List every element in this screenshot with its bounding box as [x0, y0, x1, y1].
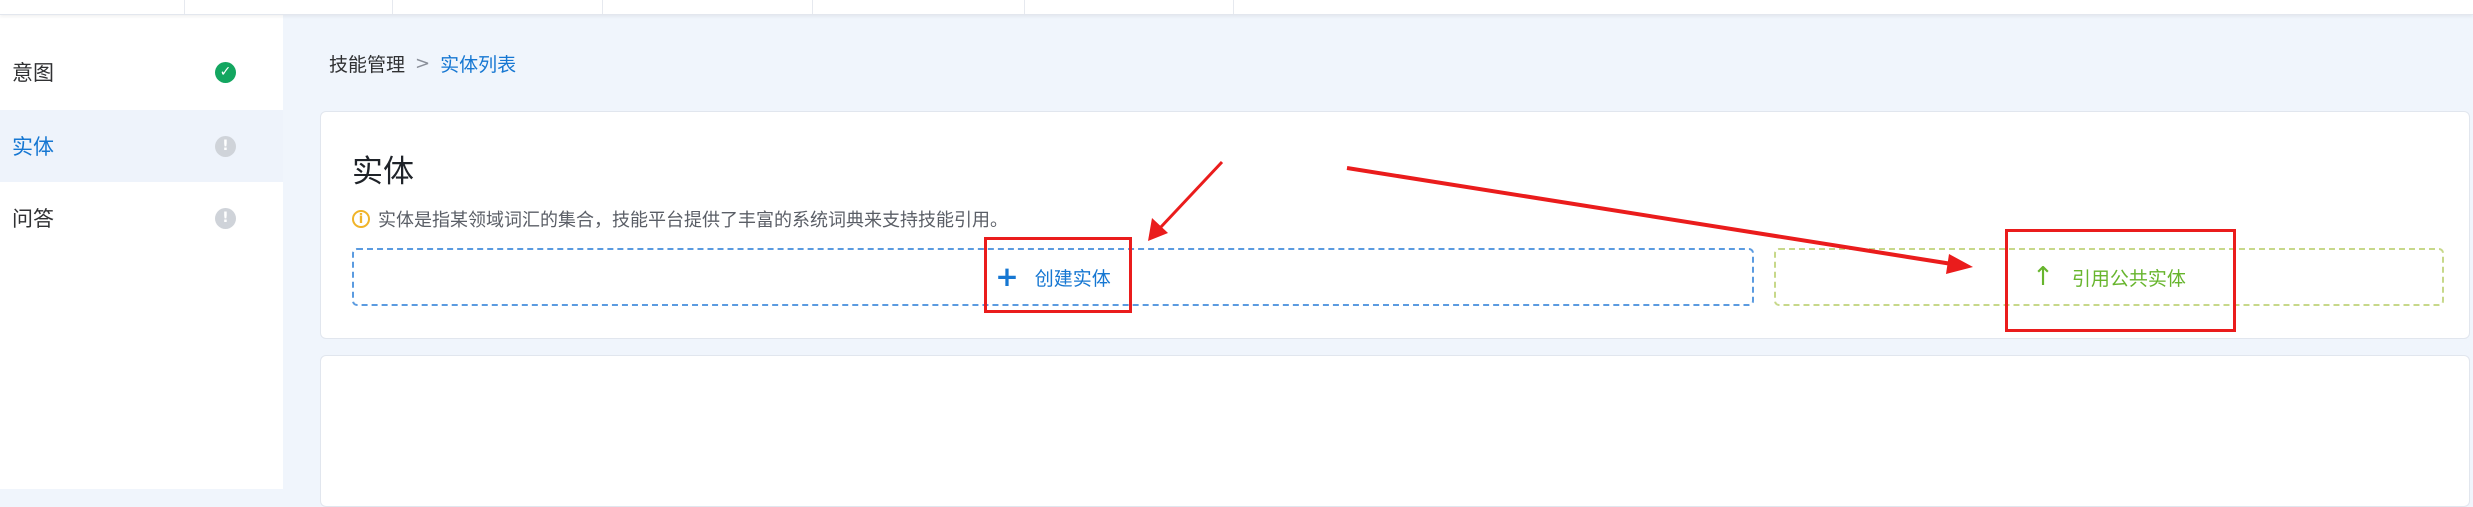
sidebar-item-label: 问答	[12, 207, 54, 231]
top-tab[interactable]	[812, 0, 1025, 14]
breadcrumb-parent[interactable]: 技能管理	[329, 50, 405, 77]
sidebar: 意图 ✓ 实体 ! 问答 !	[0, 14, 283, 489]
top-tab[interactable]	[602, 0, 813, 14]
sidebar-item-label: 实体	[12, 135, 54, 159]
top-tab[interactable]	[1024, 0, 1234, 14]
page-title: 实体	[352, 154, 414, 190]
check-circle-icon: ✓	[215, 61, 236, 83]
breadcrumb-current[interactable]: 实体列表	[440, 50, 516, 77]
annotation-box-create	[984, 237, 1132, 313]
breadcrumb: 技能管理 > 实体列表	[329, 50, 516, 77]
annotation-box-reference	[2005, 229, 2236, 332]
top-tab-bar	[0, 0, 2473, 15]
top-tab[interactable]	[0, 0, 185, 14]
info-circle-icon: i	[352, 210, 370, 228]
info-hint: i 实体是指某领域词汇的集合，技能平台提供了丰富的系统词典来支持技能引用。	[352, 206, 1008, 232]
sidebar-item-intent[interactable]: 意图 ✓	[0, 36, 283, 108]
exclamation-circle-icon: !	[215, 135, 236, 157]
hint-text: 实体是指某领域词汇的集合，技能平台提供了丰富的系统词典来支持技能引用。	[378, 210, 1008, 231]
exclamation-circle-icon: !	[215, 207, 236, 229]
chevron-right-icon: >	[415, 53, 431, 74]
entity-list-panel	[320, 355, 2470, 507]
top-tab[interactable]	[392, 0, 603, 14]
sidebar-item-label: 意图	[12, 61, 54, 85]
sidebar-item-entity[interactable]: 实体 !	[0, 110, 283, 182]
top-tab[interactable]	[184, 0, 393, 14]
sidebar-item-qa[interactable]: 问答 !	[0, 182, 283, 254]
